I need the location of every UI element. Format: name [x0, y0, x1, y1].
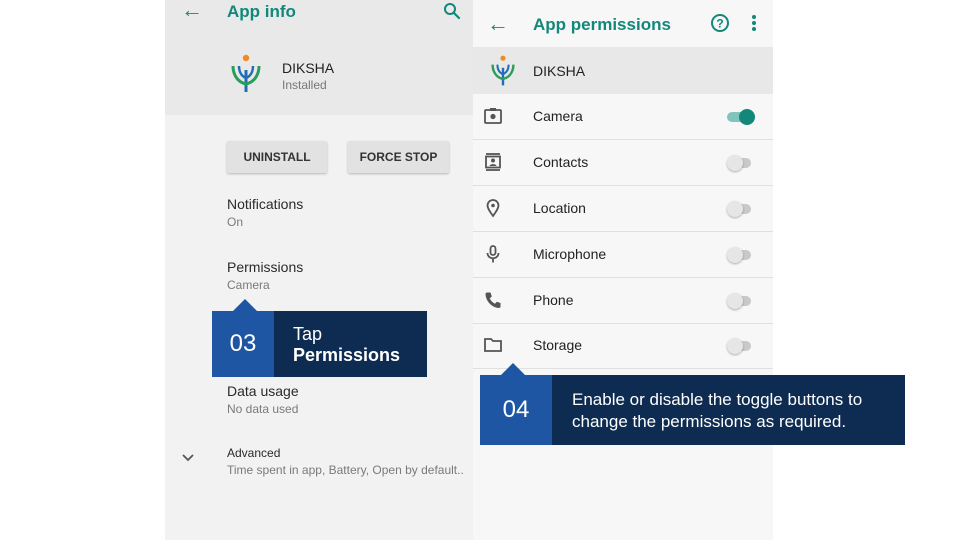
permissions-summary: Camera [227, 278, 270, 292]
step-03-number: 03 [212, 311, 274, 377]
more-options-icon[interactable] [751, 14, 757, 32]
permission-row-phone[interactable]: Phone [473, 278, 773, 324]
back-arrow-icon[interactable]: ← [181, 0, 203, 21]
permission-label: Camera [533, 108, 583, 124]
microphone-toggle[interactable] [727, 247, 753, 263]
help-icon[interactable]: ? [710, 13, 730, 33]
step-04-text: Enable or disable the toggle buttons to … [572, 390, 863, 431]
app-name: DIKSHA [533, 63, 586, 79]
search-icon[interactable] [443, 2, 461, 20]
callout-pointer [233, 299, 257, 311]
chevron-down-icon[interactable] [181, 453, 195, 463]
permission-label: Phone [533, 292, 574, 308]
notifications-status: On [227, 215, 244, 229]
location-toggle[interactable] [727, 201, 753, 217]
app-permissions-screen: ← App permissions ? DIKSHA Camera Contac… [473, 0, 773, 540]
diksha-logo-icon [231, 54, 261, 92]
step-04-number: 04 [480, 375, 552, 445]
advanced-title: Advanced [227, 446, 281, 460]
permission-label: Contacts [533, 154, 589, 170]
step-03-line2: Permissions [293, 345, 401, 365]
permission-label: Storage [533, 337, 583, 353]
permission-label: Microphone [533, 246, 607, 262]
permissions-title: Permissions [227, 259, 304, 275]
step-03-callout: Tap Permissions [274, 311, 427, 377]
contacts-icon [485, 153, 501, 171]
diksha-logo-icon [491, 55, 515, 86]
data-usage-item[interactable]: Data usage No data used [227, 383, 467, 416]
storage-toggle[interactable] [727, 338, 753, 354]
camera-toggle[interactable] [727, 109, 755, 125]
step-04-callout: Enable or disable the toggle buttons to … [552, 375, 905, 445]
force-stop-button[interactable]: FORCE STOP [348, 141, 449, 173]
back-arrow-icon[interactable]: ← [487, 13, 509, 35]
advanced-summary: Time spent in app, Battery, Open by defa… [227, 463, 464, 477]
app-install-status: Installed [282, 78, 327, 92]
app-row: DIKSHA [473, 47, 773, 94]
app-info-header [165, 0, 473, 115]
advanced-item[interactable]: Advanced Time spent in app, Battery, Ope… [227, 446, 472, 477]
contacts-toggle[interactable] [727, 155, 753, 171]
phone-toggle[interactable] [727, 293, 753, 309]
permission-label: Location [533, 200, 586, 216]
permission-row-microphone[interactable]: Microphone [473, 232, 773, 278]
uninstall-button[interactable]: UNINSTALL [227, 141, 327, 173]
notifications-item[interactable]: Notifications On [227, 196, 467, 229]
camera-icon [484, 108, 502, 124]
app-name: DIKSHA [282, 60, 335, 76]
step-03-line1: Tap [293, 324, 323, 344]
location-icon [486, 199, 500, 218]
phone-icon [485, 292, 501, 308]
svg-text:?: ? [716, 17, 723, 31]
permission-row-contacts[interactable]: Contacts [473, 140, 773, 186]
page-title: App info [227, 2, 296, 21]
callout-pointer [501, 363, 525, 375]
permission-row-location[interactable]: Location [473, 186, 773, 232]
page-title: App permissions [533, 15, 671, 34]
microphone-icon [486, 245, 500, 263]
app-info-screen: ← App info DIKSHA Installed UNINSTALL FO… [165, 0, 473, 540]
notifications-title: Notifications [227, 196, 304, 212]
folder-icon [484, 338, 502, 352]
permission-row-camera[interactable]: Camera [473, 94, 773, 140]
data-usage-title: Data usage [227, 383, 299, 399]
permissions-item[interactable]: Permissions Camera [227, 259, 467, 292]
data-usage-status: No data used [227, 402, 299, 416]
